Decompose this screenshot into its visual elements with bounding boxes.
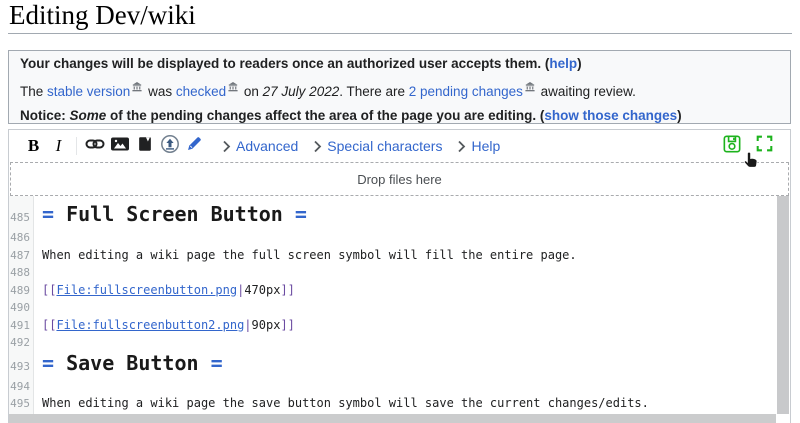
notice-line2-t3: on: [240, 84, 263, 99]
notice-line3-b1: Notice:: [20, 108, 70, 123]
drop-files-zone[interactable]: Drop files here: [10, 162, 789, 196]
stable-version-link[interactable]: stable version: [47, 84, 130, 99]
italic-button[interactable]: I: [46, 133, 71, 159]
line-number: 492: [9, 334, 32, 352]
notice-line2-t2: was: [144, 84, 176, 99]
notice-line-1: Your changes will be displayed to reader…: [20, 52, 779, 76]
editor-line-495: 495When editing a wiki page the save but…: [9, 393, 776, 411]
toolbar-separator: [76, 137, 77, 155]
pencil-icon: [185, 134, 204, 158]
reference-button[interactable]: [132, 133, 157, 159]
bold-button[interactable]: B: [21, 133, 46, 159]
upload-icon: [160, 134, 180, 159]
section-label: Special characters: [327, 138, 442, 154]
toolbar-right-group: [719, 133, 777, 159]
wiki-editor: B I Advanced Special characters Help Dro…: [8, 129, 791, 423]
toolbar-section-special-characters[interactable]: Special characters: [313, 138, 442, 154]
notice-line1-text: Your changes will be displayed to reader…: [20, 56, 549, 71]
code-editor[interactable]: 485= Full Screen Button = 486487When edit…: [9, 196, 790, 423]
notice-line2-t5: awaiting review.: [537, 84, 636, 99]
bold-label: B: [28, 136, 39, 156]
section-label: Help: [471, 138, 500, 154]
notice-line2-t1: The: [20, 84, 47, 99]
editor-line-487: 487When editing a wiki page the full scr…: [9, 245, 776, 263]
help-link[interactable]: help: [549, 56, 577, 71]
notice-line2-t4: . There are: [339, 84, 409, 99]
line-code[interactable]: When editing a wiki page the save button…: [32, 396, 649, 410]
notice-line3-b3: ): [677, 108, 682, 123]
editor-line-488: 488: [9, 262, 776, 280]
save-icon: [723, 135, 741, 158]
line-code[interactable]: = Full Screen Button =: [32, 202, 307, 226]
show-those-changes-link[interactable]: show those changes: [544, 108, 677, 123]
editor-line-489: 489[[File:fullscreenbutton.png|470px]]: [9, 280, 776, 298]
link-icon: [85, 134, 105, 159]
pencil-button[interactable]: [182, 133, 207, 159]
line-code[interactable]: [[File:fullscreenbutton.png|470px]]: [32, 283, 295, 297]
fullscreen-button[interactable]: [752, 133, 777, 159]
line-code[interactable]: [32, 265, 42, 279]
editor-toolbar: B I Advanced Special characters Help: [9, 130, 790, 162]
image-icon: [110, 134, 130, 159]
image-button[interactable]: [107, 133, 132, 159]
editor-lines: 485= Full Screen Button = 486487When edit…: [9, 201, 776, 423]
chevron-right-icon: [222, 140, 231, 153]
editor-line-486: 486: [9, 227, 776, 245]
upload-button[interactable]: [157, 133, 182, 159]
line-number: 490: [9, 299, 32, 317]
line-number: 486: [9, 229, 32, 247]
pending-changes-notice: Your changes will be displayed to reader…: [8, 50, 791, 124]
section-label: Advanced: [236, 138, 298, 154]
editor-line-493: 493= Save Button =: [9, 350, 776, 376]
line-code[interactable]: When editing a wiki page the full screen…: [32, 248, 577, 262]
review-date: 27 July 2022: [263, 84, 340, 99]
pending-review-icon: [525, 76, 535, 100]
line-code[interactable]: [32, 335, 42, 349]
line-code[interactable]: [[File:fullscreenbutton2.png|90px]]: [32, 318, 295, 332]
notice-line3-b2: of the pending changes affect the area o…: [106, 108, 544, 123]
line-code[interactable]: [32, 379, 42, 393]
line-code[interactable]: [32, 230, 42, 244]
notice-line-2: The stable version was checked on 27 Jul…: [20, 76, 779, 104]
notice-line3-emph: Some: [70, 108, 107, 123]
drop-files-label: Drop files here: [357, 172, 442, 187]
fullscreen-icon: [756, 135, 773, 157]
line-number: 495: [9, 395, 32, 413]
page-title: Editing Dev/wiki: [9, 0, 196, 31]
editor-line-490: 490: [9, 297, 776, 315]
italic-label: I: [56, 136, 62, 156]
toolbar-section-help[interactable]: Help: [457, 138, 500, 154]
save-button[interactable]: [719, 133, 744, 159]
reference-icon: [136, 135, 154, 158]
checked-link[interactable]: checked: [176, 84, 226, 99]
notice-line-3: Notice: Some of the pending changes affe…: [20, 104, 779, 128]
vertical-scrollbar[interactable]: [777, 196, 789, 414]
chevron-right-icon: [457, 140, 466, 153]
editor-line-494: 494: [9, 376, 776, 394]
editor-line-485: 485= Full Screen Button =: [9, 201, 776, 227]
pending-review-icon: [132, 76, 142, 100]
chevron-right-icon: [313, 140, 322, 153]
line-number: 488: [9, 264, 32, 282]
pending-changes-link[interactable]: 2 pending changes: [409, 84, 523, 99]
pending-review-icon: [228, 76, 238, 100]
editor-line-492: 492: [9, 332, 776, 350]
horizontal-scrollbar[interactable]: [9, 414, 776, 423]
editor-line-491: 491[[File:fullscreenbutton2.png|90px]]: [9, 315, 776, 333]
title-divider: [8, 33, 792, 34]
toolbar-section-advanced[interactable]: Advanced: [222, 138, 298, 154]
link-button[interactable]: [82, 133, 107, 159]
line-code[interactable]: [32, 300, 42, 314]
line-code[interactable]: = Save Button =: [32, 351, 223, 375]
notice-line1-suffix: ): [577, 56, 582, 71]
